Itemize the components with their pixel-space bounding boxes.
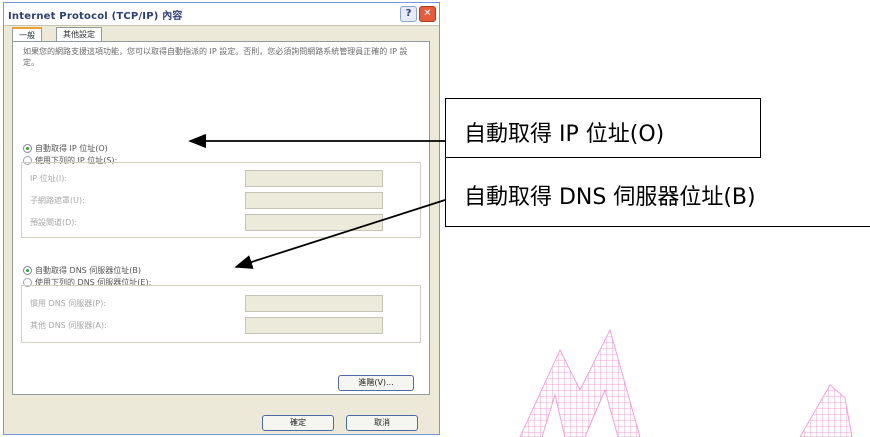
description-text: 如果您的網路支援這項功能，您可以取得自動指派的 IP 設定。否則，您必須詢問網路… [23, 47, 408, 67]
dns-settings-group: 慣用 DNS 伺服器(P): 其他 DNS 伺服器(A): [21, 285, 421, 343]
auto-ip-label: 自動取得 IP 位址(O) [35, 144, 108, 153]
auto-ip-radio-row[interactable]: 自動取得 IP 位址(O) [23, 143, 108, 154]
advanced-button[interactable]: 進階(V)... [338, 375, 414, 391]
cancel-button[interactable]: 取消 [346, 415, 418, 431]
alternate-dns-label: 其他 DNS 伺服器(A): [30, 321, 107, 330]
ip-settings-group: IP 位址(I): 子網路遮罩(U): 預設閘道(D): [21, 162, 421, 238]
callout-auto-dns: 自動取得 DNS 伺服器位址(B) [445, 157, 870, 227]
tab-panel-general: 如果您的網路支援這項功能，您可以取得自動指派的 IP 設定。否則，您必須詢問網路… [12, 41, 430, 395]
watermark-graphic [519, 328, 853, 437]
callout-auto-ip-text: 自動取得 IP 位址(O) [464, 122, 665, 147]
preferred-dns-label: 慣用 DNS 伺服器(P): [30, 299, 107, 308]
auto-dns-label: 自動取得 DNS 伺服器位址(B) [35, 266, 142, 275]
ok-button[interactable]: 確定 [262, 415, 334, 431]
dialog-title: Internet Protocol (TCP/IP) 內容 [8, 11, 183, 22]
auto-dns-radio-row[interactable]: 自動取得 DNS 伺服器位址(B) [23, 265, 141, 276]
alternate-dns-field[interactable] [245, 317, 383, 334]
subnet-mask-field[interactable] [245, 192, 383, 209]
title-bar[interactable]: Internet Protocol (TCP/IP) 內容 ? ✕ [4, 3, 439, 26]
callout-auto-ip: 自動取得 IP 位址(O) [445, 98, 761, 158]
tcpip-properties-dialog: Internet Protocol (TCP/IP) 內容 ? ✕ 一般 其他設… [3, 2, 440, 435]
default-gateway-label: 預設閘道(D): [30, 218, 78, 227]
subnet-mask-label: 子網路遮罩(U): [30, 196, 85, 205]
preferred-dns-field[interactable] [245, 295, 383, 312]
callout-auto-dns-text: 自動取得 DNS 伺服器位址(B) [464, 185, 756, 210]
default-gateway-field[interactable] [245, 214, 383, 231]
auto-ip-radio[interactable] [23, 144, 32, 153]
help-button[interactable]: ? [400, 6, 417, 22]
auto-dns-radio[interactable] [23, 266, 32, 275]
ip-address-field[interactable] [245, 170, 383, 187]
ip-address-label: IP 位址(I): [30, 174, 68, 183]
close-button[interactable]: ✕ [419, 6, 436, 22]
tab-alternate-configuration[interactable]: 其他設定 [56, 27, 102, 42]
